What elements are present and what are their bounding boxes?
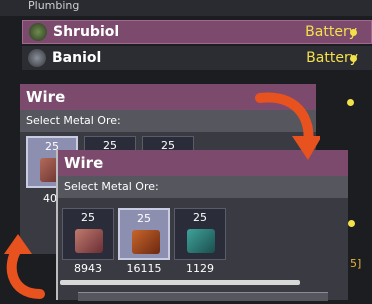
ore-qty: 25	[137, 212, 151, 225]
ore-slot[interactable]: 25	[174, 208, 226, 260]
ore-count: 1129	[186, 262, 214, 275]
swap-arrow-icon	[255, 92, 320, 160]
critter-icon	[28, 49, 46, 67]
panel-subtitle: Select Metal Ore:	[58, 176, 348, 198]
ore-count: 16115	[126, 262, 162, 275]
ore-icon	[75, 229, 103, 253]
swap-arrow-icon	[4, 234, 45, 299]
item-name: Baniol	[52, 50, 102, 66]
background-side-text: 5]	[350, 257, 362, 270]
status-dot	[350, 29, 357, 36]
ore-qty: 25	[81, 211, 95, 224]
status-dot	[347, 99, 354, 106]
ore-slot[interactable]: 25	[62, 208, 114, 260]
item-name: Shrubiol	[53, 24, 120, 40]
ore-qty: 25	[193, 211, 207, 224]
list-item-shrubiol[interactable]: Shrubiol Battery	[22, 20, 372, 44]
ore-icon	[132, 230, 160, 254]
ore-slot[interactable]: 25	[118, 208, 170, 260]
category-header: Plumbing	[0, 0, 372, 16]
list-item-baniol[interactable]: Baniol Battery	[22, 46, 372, 70]
wire-panel-front: Wire Select Metal Ore: 25 25 25 8943 161…	[56, 150, 348, 301]
ore-scrollbar[interactable]	[60, 280, 300, 285]
status-dot	[350, 55, 357, 62]
ore-count: 8943	[74, 262, 102, 275]
status-dot	[348, 220, 355, 227]
critter-icon	[29, 23, 47, 41]
ore-icon	[187, 229, 215, 253]
